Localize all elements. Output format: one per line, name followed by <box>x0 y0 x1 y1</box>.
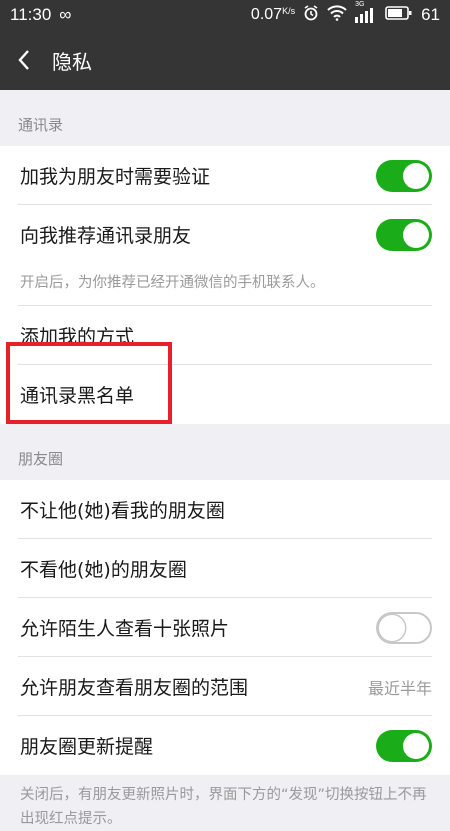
chevron-left-icon <box>18 50 29 70</box>
verify-friend-row[interactable]: 加我为朋友时需要验证 <box>0 146 450 205</box>
section-header-moments: 朋友圈 <box>0 424 450 480</box>
section-header-contacts: 通讯录 <box>0 90 450 146</box>
battery-icon <box>385 5 413 26</box>
recommend-contacts-row[interactable]: 向我推荐通讯录朋友 <box>0 205 450 264</box>
moments-group: 不让他(她)看我的朋友圈 不看他(她)的朋友圈 允许陌生人查看十张照片 允许朋友… <box>0 480 450 775</box>
verify-friend-toggle[interactable] <box>376 159 432 192</box>
add-methods-row[interactable]: 添加我的方式 <box>0 306 450 365</box>
moments-update-row[interactable]: 朋友圈更新提醒 <box>0 716 450 775</box>
stranger-photos-toggle[interactable] <box>376 611 432 644</box>
infinity-icon: ∞ <box>59 5 72 24</box>
stranger-photos-label: 允许陌生人查看十张照片 <box>20 618 230 640</box>
hide-their-moments-row[interactable]: 不看他(她)的朋友圈 <box>0 539 450 598</box>
blacklist-label: 通讯录黑名单 <box>20 385 135 407</box>
recommend-contacts-label: 向我推荐通讯录朋友 <box>20 225 192 247</box>
blacklist-row[interactable]: 通讯录黑名单 <box>0 365 450 424</box>
moments-range-row[interactable]: 允许朋友查看朋友圈的范围 最近半年 <box>0 657 450 716</box>
page-title: 隐私 <box>52 49 92 74</box>
moments-update-label: 朋友圈更新提醒 <box>20 736 154 758</box>
verify-friend-label: 加我为朋友时需要验证 <box>20 166 211 188</box>
recommend-contacts-toggle[interactable] <box>376 218 432 251</box>
hide-my-moments-label: 不让他(她)看我的朋友圈 <box>20 500 225 522</box>
moments-range-label: 允许朋友查看朋友圈的范围 <box>20 677 249 699</box>
moments-update-note: 关闭后，有朋友更新照片时，界面下方的“发现”切换按钮上不再出现红点提示。 <box>20 787 427 827</box>
status-bar: 11:30 ∞ 0.07K/s 3G 61 <box>0 0 450 30</box>
back-button[interactable] <box>0 30 48 90</box>
hide-my-moments-row[interactable]: 不让他(她)看我的朋友圈 <box>0 480 450 539</box>
wifi-icon <box>327 4 347 26</box>
battery-level: 61 <box>421 5 440 24</box>
network-speed: 0.07K/s <box>250 6 296 23</box>
moments-update-toggle[interactable] <box>376 729 432 762</box>
moments-range-value: 最近半年 <box>367 678 432 698</box>
app-bar: 隐私 <box>0 30 450 90</box>
recommend-contacts-note: 开启后，为你推荐已经开通微信的手机联系人。 <box>0 264 450 306</box>
status-time: 11:30 <box>10 5 52 24</box>
add-methods-label: 添加我的方式 <box>20 326 135 348</box>
stranger-photos-row[interactable]: 允许陌生人查看十张照片 <box>0 598 450 657</box>
hide-their-moments-label: 不看他(她)的朋友圈 <box>20 559 187 581</box>
settings-list: 通讯录 加我为朋友时需要验证 向我推荐通讯录朋友 开启后，为你推荐已经开通微信的… <box>0 90 450 831</box>
alarm-icon <box>303 4 319 26</box>
signal-icon: 3G <box>355 1 377 23</box>
contacts-group: 加我为朋友时需要验证 向我推荐通讯录朋友 开启后，为你推荐已经开通微信的手机联系… <box>0 146 450 424</box>
